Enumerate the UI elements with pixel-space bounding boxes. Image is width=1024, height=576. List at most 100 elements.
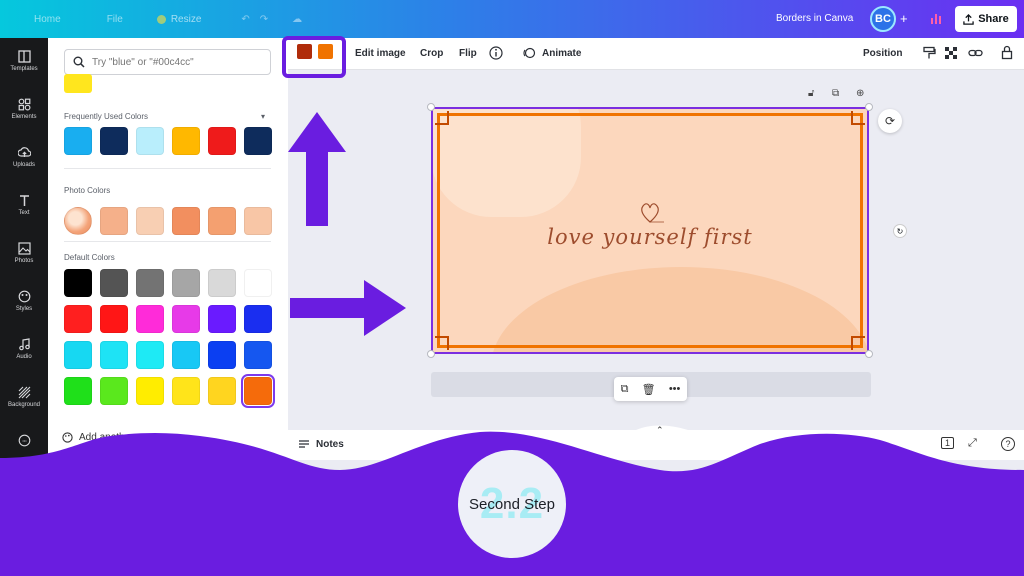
- color-swatch[interactable]: [244, 127, 272, 155]
- help-icon[interactable]: ?: [1001, 437, 1015, 451]
- color-swatch[interactable]: [172, 377, 200, 405]
- color-swatch[interactable]: [100, 305, 128, 333]
- paint-roller-icon[interactable]: [922, 46, 936, 60]
- color-swatch[interactable]: [244, 341, 272, 369]
- refresh-icon[interactable]: ⟳: [878, 109, 902, 133]
- color-swatch[interactable]: [136, 269, 164, 297]
- trash-icon[interactable]: 🗑︎: [642, 383, 656, 396]
- current-color-swatch[interactable]: [64, 74, 92, 93]
- resize-handle[interactable]: [427, 103, 435, 111]
- rail-label: Styles: [15, 306, 33, 312]
- undo-redo-icons[interactable]: ↶↷: [241, 14, 278, 25]
- rail-elements[interactable]: Elements: [0, 98, 48, 120]
- animate-button[interactable]: Animate: [542, 48, 581, 59]
- resize-handle[interactable]: [865, 350, 873, 358]
- rail-text[interactable]: Text: [0, 194, 48, 216]
- notes-button[interactable]: Notes: [298, 439, 344, 450]
- rail-uploads[interactable]: Uploads: [0, 146, 48, 168]
- share-button[interactable]: Share: [955, 6, 1017, 32]
- color-swatch[interactable]: [172, 341, 200, 369]
- notes-label: Notes: [316, 439, 344, 450]
- rail-more[interactable]: •••: [0, 434, 48, 450]
- color-swatch[interactable]: [136, 341, 164, 369]
- color-swatch[interactable]: [136, 377, 164, 405]
- color-swatch[interactable]: [208, 269, 236, 297]
- info-icon[interactable]: [489, 46, 503, 60]
- more-icon[interactable]: •••: [669, 383, 681, 395]
- color-swatch[interactable]: [64, 305, 92, 333]
- color-swatch[interactable]: [244, 305, 272, 333]
- color-swatch[interactable]: [208, 377, 236, 405]
- chevron-up-icon[interactable]: ⌃: [656, 425, 664, 436]
- color-swatch[interactable]: [208, 207, 236, 235]
- color-swatch[interactable]: [100, 127, 128, 155]
- rail-background[interactable]: Background: [0, 386, 48, 408]
- resize-handle[interactable]: [427, 350, 435, 358]
- crop-button[interactable]: Crop: [420, 48, 443, 59]
- color-search[interactable]: [64, 49, 271, 75]
- page-count[interactable]: 1: [941, 437, 955, 449]
- color-swatch[interactable]: [172, 207, 200, 235]
- share-label: Share: [978, 13, 1009, 25]
- rail-label: Uploads: [12, 162, 35, 168]
- color-swatch[interactable]: [172, 305, 200, 333]
- rotate-icon[interactable]: ↻: [893, 224, 907, 238]
- avatar[interactable]: BC: [870, 6, 896, 32]
- flip-button[interactable]: Flip: [459, 48, 477, 59]
- add-page-icon[interactable]: ⊕: [856, 88, 864, 99]
- color-swatch[interactable]: [64, 127, 92, 155]
- color-swatch[interactable]: [208, 127, 236, 155]
- home-menu[interactable]: Home: [34, 14, 61, 25]
- copy-icon[interactable]: ⧉: [621, 383, 629, 396]
- chevron-down-icon[interactable]: ▾: [261, 112, 265, 121]
- rail-photos[interactable]: Photos: [0, 242, 48, 264]
- photo-thumbnail[interactable]: [64, 207, 92, 235]
- rail-audio[interactable]: Audio: [0, 338, 48, 360]
- transparency-icon[interactable]: [944, 46, 958, 60]
- cloud-sync-icon[interactable]: ☁: [292, 14, 302, 25]
- color-swatch[interactable]: [100, 207, 128, 235]
- rail-label: Elements: [11, 114, 37, 120]
- frequent-colors-title: Frequently Used Colors: [64, 112, 149, 121]
- resize-button[interactable]: Resize: [156, 14, 201, 25]
- add-color-label: Add another: [79, 432, 134, 443]
- color-swatch[interactable]: [208, 305, 236, 333]
- share-icon: [963, 13, 974, 25]
- position-button[interactable]: Position: [863, 48, 902, 59]
- analytics-icon[interactable]: [930, 11, 944, 25]
- color-swatch[interactable]: [136, 127, 164, 155]
- color-swatch[interactable]: [244, 207, 272, 235]
- duplicate-page-icon[interactable]: ⧉: [832, 88, 839, 99]
- resize-handle[interactable]: [865, 103, 873, 111]
- color-panel: Frequently Used Colors ▾ Photo Colors De…: [48, 38, 288, 458]
- fullscreen-icon[interactable]: ⤢: [968, 437, 977, 450]
- add-member-icon[interactable]: +: [900, 11, 908, 26]
- color-swatch[interactable]: [172, 269, 200, 297]
- edit-image-button[interactable]: Edit image: [355, 48, 406, 59]
- link-icon[interactable]: [968, 46, 983, 60]
- lock-element-icon[interactable]: 🔓︎: [808, 88, 814, 99]
- document-title[interactable]: Borders in Canva: [776, 13, 853, 24]
- rail-styles[interactable]: Styles: [0, 290, 48, 312]
- color-swatch[interactable]: [241, 374, 275, 408]
- add-color-link[interactable]: Add another: [62, 432, 134, 443]
- color-swatch[interactable]: [64, 269, 92, 297]
- file-menu[interactable]: File: [107, 14, 123, 25]
- color-swatch[interactable]: [64, 377, 92, 405]
- color-swatch[interactable]: [100, 269, 128, 297]
- color-swatch[interactable]: [172, 127, 200, 155]
- search-icon: [73, 56, 85, 68]
- rail-templates[interactable]: Templates: [0, 50, 48, 72]
- background-icon: [18, 386, 30, 399]
- color-swatch[interactable]: [100, 377, 128, 405]
- top-bar: Home File Resize ↶↷ ☁ Borders in Canva B…: [0, 0, 1024, 38]
- color-swatch[interactable]: [136, 207, 164, 235]
- color-swatch[interactable]: [136, 305, 164, 333]
- color-swatch[interactable]: [244, 269, 272, 297]
- lock-icon[interactable]: [1001, 45, 1013, 60]
- search-input[interactable]: [92, 56, 262, 68]
- color-swatch[interactable]: [100, 341, 128, 369]
- color-swatch[interactable]: [64, 341, 92, 369]
- palette-icon: [62, 432, 73, 443]
- color-swatch[interactable]: [208, 341, 236, 369]
